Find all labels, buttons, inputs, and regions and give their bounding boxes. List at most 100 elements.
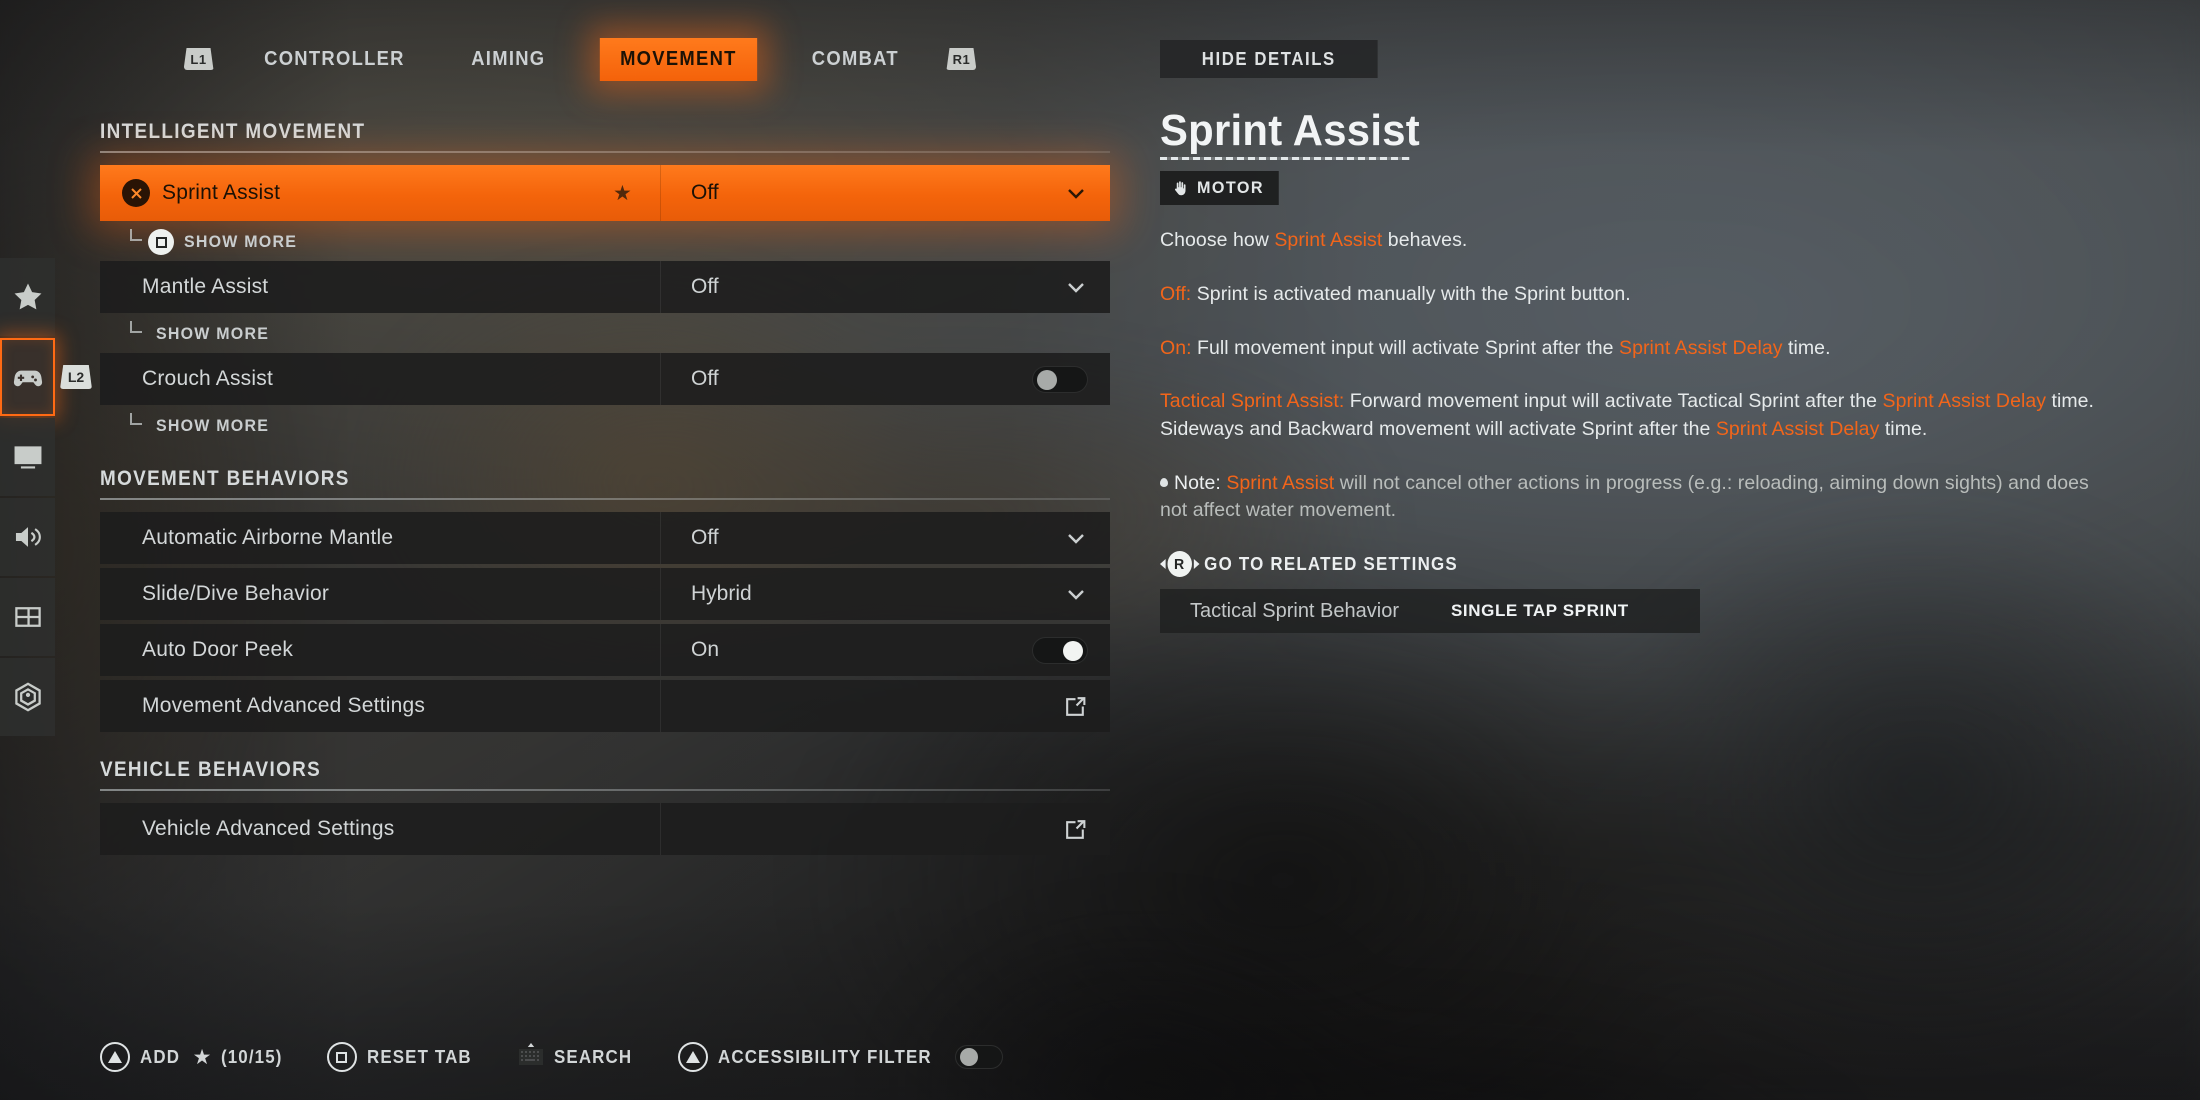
setting-label-wrap: Sprint Assist ★ [100, 165, 660, 221]
sidebar-item-accessibility[interactable] [0, 658, 55, 736]
l1-bumper-icon[interactable]: L1 [183, 48, 214, 70]
details-category-label: MOTOR [1197, 178, 1264, 198]
setting-value-wrap[interactable]: Off [660, 165, 1110, 221]
show-more-mantle-assist[interactable]: SHOW MORE [100, 317, 1110, 351]
setting-row-automatic-airborne-mantle[interactable]: Automatic Airborne Mantle Off [100, 512, 1110, 564]
section-heading-vehicle-behaviors: VEHICLE BEHAVIORS [100, 758, 322, 781]
tab-bar: L1 CONTROLLER AIMING MOVEMENT COMBAT R1 [0, 34, 1160, 84]
chevron-down-icon[interactable] [1064, 526, 1088, 550]
speaker-icon [15, 527, 41, 547]
section-divider [100, 789, 1110, 791]
tab-aiming[interactable]: AIMING [459, 39, 559, 80]
square-button-icon [148, 229, 174, 255]
setting-value-wrap[interactable] [660, 680, 1110, 732]
setting-label: Vehicle Advanced Settings [142, 817, 395, 840]
details-option-on: On: Full movement input will activate Sp… [1160, 336, 1831, 359]
setting-row-crouch-assist[interactable]: Crouch Assist Off [100, 353, 1110, 405]
action-bar: ADD ★ (10/15) RESET TAB SEARCH ACCESSIBI… [100, 1042, 1003, 1072]
section-heading-intelligent-movement: INTELLIGENT MOVEMENT [100, 120, 366, 143]
setting-value-wrap[interactable]: Hybrid [660, 568, 1110, 620]
setting-row-mantle-assist[interactable]: Mantle Assist Off [100, 261, 1110, 313]
action-reset-tab[interactable]: RESET TAB [326, 1042, 478, 1072]
sidebar-item-favorites[interactable] [0, 258, 55, 336]
setting-value: Hybrid [691, 582, 752, 605]
setting-label-wrap: Mantle Assist [100, 261, 660, 313]
details-title-underline [1160, 157, 1410, 161]
tree-elbow-icon [130, 413, 142, 425]
setting-label-wrap: Movement Advanced Settings [100, 680, 660, 732]
tab-movement[interactable]: MOVEMENT [599, 37, 757, 81]
sidebar-item-graphics[interactable] [0, 418, 55, 496]
show-more-sprint-assist[interactable]: SHOW MORE [100, 225, 1110, 259]
external-link-icon[interactable] [1063, 694, 1088, 719]
setting-row-auto-door-peek[interactable]: Auto Door Peek On [100, 624, 1110, 676]
action-reset-label: RESET TAB [366, 1046, 472, 1067]
setting-row-vehicle-advanced-settings[interactable]: Vehicle Advanced Settings [100, 803, 1110, 855]
related-setting-value: SINGLE TAP SPRINT [1450, 601, 1629, 620]
setting-row-slide-dive-behavior[interactable]: Slide/Dive Behavior Hybrid [100, 568, 1110, 620]
square-button-icon [326, 1042, 357, 1072]
sidebar-item-interface[interactable] [0, 578, 55, 656]
details-panel: Sprint Assist MOTOR Choose how Sprint As… [1160, 107, 2120, 633]
setting-value: Off [691, 181, 719, 204]
setting-row-movement-advanced-settings[interactable]: Movement Advanced Settings [100, 680, 1110, 732]
setting-label-wrap: Automatic Airborne Mantle [100, 512, 660, 564]
show-more-crouch-assist[interactable]: SHOW MORE [100, 409, 1110, 443]
go-to-related-settings[interactable]: R GO TO RELATED SETTINGS [1160, 551, 2062, 577]
details-option-off: Off: Sprint is activated manually with t… [1160, 282, 1631, 305]
section-heading-movement-behaviors: MOVEMENT BEHAVIORS [100, 467, 350, 490]
action-add-favorite[interactable]: ADD ★ (10/15) [100, 1042, 287, 1072]
triangle-button-icon [677, 1042, 708, 1072]
toggle-switch[interactable] [1032, 636, 1088, 664]
tree-elbow-icon [130, 229, 142, 241]
related-setting-label: Tactical Sprint Behavior [1190, 599, 1399, 622]
setting-label: Mantle Assist [142, 275, 269, 298]
related-setting-row[interactable]: Tactical Sprint Behavior SINGLE TAP SPRI… [1160, 589, 1700, 633]
setting-label: Auto Door Peek [142, 638, 294, 661]
details-note: Note: Sprint Assist will not cancel othe… [1160, 471, 2089, 522]
setting-value-wrap[interactable] [660, 803, 1110, 855]
setting-value: On [691, 638, 720, 661]
action-accessibility-filter[interactable]: ACCESSIBILITY FILTER [677, 1042, 1003, 1072]
setting-value-wrap[interactable]: Off [660, 261, 1110, 313]
sidebar-item-audio[interactable] [0, 498, 55, 576]
setting-label: Slide/Dive Behavior [142, 582, 330, 605]
setting-value-wrap[interactable]: Off [660, 353, 1110, 405]
favorite-star-icon[interactable]: ★ [613, 181, 632, 206]
triangle-button-icon [100, 1042, 130, 1072]
details-category-badge: MOTOR [1160, 171, 1280, 206]
setting-row-sprint-assist[interactable]: Sprint Assist ★ Off [100, 165, 1110, 221]
setting-label: Movement Advanced Settings [142, 694, 426, 717]
tab-controller[interactable]: CONTROLLER [251, 39, 417, 80]
chevron-down-icon[interactable] [1064, 275, 1088, 299]
section-divider [100, 151, 1110, 153]
gamepad-icon [13, 370, 42, 387]
action-search[interactable]: SEARCH [518, 1042, 637, 1072]
r1-bumper-icon[interactable]: R1 [946, 48, 977, 70]
chevron-down-icon[interactable] [1064, 582, 1088, 606]
setting-value-wrap[interactable]: On [660, 624, 1110, 676]
hand-icon [1174, 181, 1186, 196]
settings-list: INTELLIGENT MOVEMENT Sprint Assist ★ Off… [100, 120, 1110, 859]
display-icon [14, 446, 41, 469]
keyboard-icon [518, 1042, 544, 1072]
external-link-icon[interactable] [1063, 817, 1088, 842]
category-rail: L2 [0, 258, 92, 738]
setting-label-wrap: Slide/Dive Behavior [100, 568, 660, 620]
setting-value: Off [691, 367, 719, 390]
chevron-down-icon[interactable] [1064, 181, 1088, 205]
hide-details-button[interactable]: HIDE DETAILS [1160, 40, 1378, 78]
setting-label-wrap: Crouch Assist [100, 353, 660, 405]
details-option-tactical: Tactical Sprint Assist: Forward movement… [1160, 390, 2095, 440]
tree-elbow-icon [130, 321, 142, 333]
sidebar-item-controller[interactable]: L2 [0, 338, 92, 416]
setting-value-wrap[interactable]: Off [660, 512, 1110, 564]
toggle-switch[interactable] [1032, 365, 1088, 393]
tab-combat[interactable]: COMBAT [799, 39, 912, 80]
setting-value: Off [691, 275, 719, 298]
cross-button-icon [122, 179, 150, 207]
setting-label-wrap: Auto Door Peek [100, 624, 660, 676]
interface-icon [14, 607, 41, 627]
accessibility-filter-toggle[interactable] [954, 1045, 1003, 1069]
r-button-icon: R [1160, 551, 1200, 577]
